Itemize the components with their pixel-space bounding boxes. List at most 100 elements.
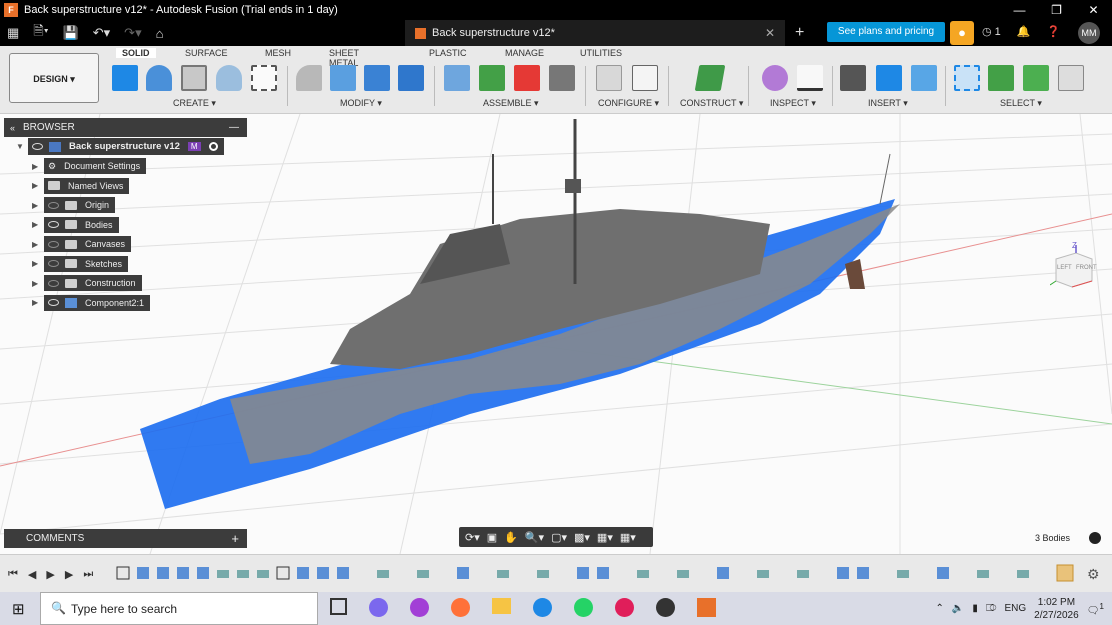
inspect-group-label[interactable]: INSPECT ▾ — [770, 98, 816, 109]
pan-hand-icon[interactable]: ✋ — [504, 531, 518, 544]
slack-icon[interactable] — [615, 598, 634, 617]
save-icon[interactable]: 💾 — [63, 25, 79, 41]
tab-surface[interactable]: SURFACE — [185, 48, 228, 58]
document-tab[interactable]: Back superstructure v12* ✕ — [405, 20, 785, 46]
new-tab-icon[interactable]: + — [795, 24, 804, 42]
expand-arrow-icon[interactable]: ▶ — [32, 181, 44, 190]
help-icon[interactable]: ❓ — [1046, 25, 1060, 38]
expand-arrow-icon[interactable]: ▼ — [16, 142, 28, 151]
visibility-eye-icon[interactable] — [32, 143, 43, 151]
zoom-icon[interactable]: 🔍▾ — [525, 531, 544, 544]
restore-button[interactable]: ❐ — [1038, 0, 1075, 20]
clock-app-icon[interactable] — [656, 598, 675, 617]
rewind-start-icon[interactable]: ⏮ — [8, 568, 18, 581]
firefox-icon[interactable] — [451, 598, 470, 617]
collapse-browser-icon[interactable]: « — [10, 123, 15, 133]
minimize-browser-icon[interactable]: — — [229, 122, 239, 133]
select-edge-icon[interactable] — [1058, 65, 1084, 91]
tab-mesh[interactable]: MESH — [265, 48, 291, 58]
taskbar-search[interactable]: 🔍 Type here to search — [40, 592, 318, 625]
select-icon[interactable] — [954, 65, 980, 91]
copilot-icon[interactable] — [369, 598, 388, 617]
expand-arrow-icon[interactable]: ▶ — [32, 298, 44, 307]
expand-arrow-icon[interactable]: ▶ — [32, 279, 44, 288]
viewcube-left-face[interactable]: LEFT — [1057, 265, 1072, 271]
network-icon[interactable]: ⎄ — [986, 603, 997, 614]
viewcube-front-face[interactable]: FRONT — [1076, 265, 1097, 271]
display-settings-icon[interactable]: ▩▾ — [574, 531, 590, 544]
shell-icon[interactable] — [364, 65, 390, 91]
hidden-eye-icon[interactable] — [48, 279, 59, 287]
redo-icon[interactable]: ↷▾ — [124, 25, 141, 41]
orbit-icon[interactable]: ⟳▾ — [465, 531, 480, 544]
insert-derive-icon[interactable] — [840, 65, 866, 91]
configure-group-label[interactable]: CONFIGURE ▾ — [598, 98, 659, 109]
browser-item-canvases[interactable]: ▶ Canvases — [4, 235, 247, 255]
add-comment-icon[interactable]: + — [231, 531, 239, 546]
play-icon[interactable]: ▶ — [46, 568, 54, 581]
tab-solid[interactable]: SOLID — [116, 48, 156, 58]
create-sketch-icon[interactable] — [251, 65, 277, 91]
as-built-joint-icon[interactable] — [514, 65, 540, 91]
hidden-eye-icon[interactable] — [48, 201, 59, 209]
new-sketch-icon[interactable] — [112, 65, 138, 91]
clock[interactable]: 1:02 PM 2/27/2026 — [1034, 596, 1079, 622]
fit-icon[interactable]: ▢▾ — [551, 531, 567, 544]
visibility-eye-icon[interactable] — [48, 299, 59, 307]
browser-item-bodies[interactable]: ▶ Bodies — [4, 215, 247, 235]
workspace-switcher[interactable]: DESIGN ▾ — [9, 53, 99, 103]
select-body-icon[interactable] — [988, 65, 1014, 91]
home-icon[interactable]: ⌂ — [156, 26, 164, 41]
insert-group-label[interactable]: INSERT ▾ — [868, 98, 908, 109]
browser-item-component[interactable]: ▶ Component2:1 — [4, 293, 247, 313]
expand-arrow-icon[interactable]: ▶ — [32, 201, 44, 210]
motion-table-icon[interactable] — [549, 65, 575, 91]
hidden-eye-icon[interactable] — [48, 240, 59, 248]
avatar[interactable]: MM — [1078, 22, 1100, 44]
comments-panel[interactable]: COMMENTS + — [4, 529, 247, 548]
battery-icon[interactable]: ▮ — [972, 603, 978, 614]
press-pull-icon[interactable] — [296, 65, 322, 91]
tab-utilities[interactable]: UTILITIES — [580, 48, 622, 58]
step-forward-icon[interactable]: ▶ — [65, 568, 73, 581]
tab-manage[interactable]: MANAGE — [505, 48, 544, 58]
notification-center-icon[interactable]: 🗨1 — [1087, 601, 1104, 616]
expand-arrow-icon[interactable]: ▶ — [32, 240, 44, 249]
see-plans-button[interactable]: See plans and pricing — [827, 22, 945, 42]
extrude-icon[interactable] — [146, 65, 172, 91]
timeline-features[interactable] — [115, 563, 1095, 587]
create-group-label[interactable]: CREATE ▾ — [173, 98, 216, 109]
notifications-icon[interactable]: 🔔 — [1017, 25, 1031, 38]
minimize-button[interactable]: — — [1001, 0, 1038, 20]
task-view-icon[interactable] — [330, 598, 347, 615]
browser-header[interactable]: « BROWSER — — [4, 118, 247, 137]
text-icon[interactable] — [876, 65, 902, 91]
joint-icon[interactable] — [479, 65, 505, 91]
measure-icon[interactable] — [797, 65, 823, 91]
job-status[interactable]: ◷ 1 — [982, 25, 1001, 38]
browser-item-construction[interactable]: ▶ Construction — [4, 274, 247, 294]
expand-arrow-icon[interactable]: ▶ — [32, 220, 44, 229]
jump-end-icon[interactable]: ⏭ — [83, 568, 93, 581]
browser-item-sketches[interactable]: ▶ Sketches — [4, 254, 247, 274]
timeline-settings-icon[interactable]: ⚙ — [1087, 566, 1100, 583]
look-at-icon[interactable]: ▣ — [487, 531, 497, 544]
grid-settings-icon[interactable]: ▦▾ — [597, 531, 613, 544]
new-component-icon[interactable] — [444, 65, 470, 91]
fusion-taskbar-icon[interactable] — [697, 598, 716, 617]
windows-start-icon[interactable]: ⊞ — [12, 600, 25, 618]
configuration-table-icon[interactable] — [632, 65, 658, 91]
language-indicator[interactable]: ENG — [1004, 603, 1026, 614]
browser-item-named-views[interactable]: ▶ Named Views — [4, 176, 247, 196]
interference-icon[interactable] — [762, 65, 788, 91]
select-face-icon[interactable] — [1023, 65, 1049, 91]
browser-item-document-settings[interactable]: ▶ ⚙ Document Settings — [4, 157, 247, 177]
assemble-group-label[interactable]: ASSEMBLE ▾ — [483, 98, 539, 109]
viewports-icon[interactable]: ▦▾ — [620, 531, 636, 544]
offset-plane-icon[interactable] — [694, 65, 726, 91]
fillet-icon[interactable] — [330, 65, 356, 91]
record-icon[interactable] — [1089, 532, 1101, 544]
configure-icon[interactable] — [596, 65, 622, 91]
close-tab-icon[interactable]: ✕ — [765, 26, 775, 40]
browser-item-origin[interactable]: ▶ Origin — [4, 196, 247, 216]
